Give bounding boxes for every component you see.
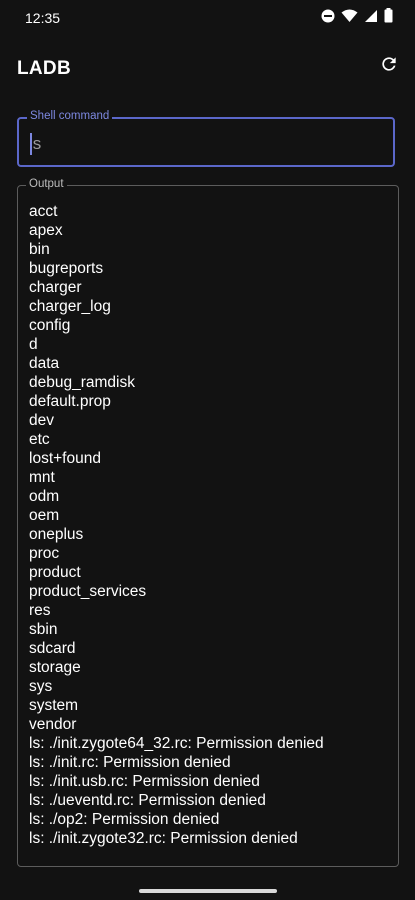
output-line: bin xyxy=(29,241,50,258)
output-line: res xyxy=(29,602,51,619)
output-line: mnt xyxy=(29,469,55,486)
status-bar: 12:35 xyxy=(0,0,415,36)
status-icons xyxy=(321,8,393,28)
output-line: product_services xyxy=(29,583,147,600)
signal-icon xyxy=(364,9,378,28)
output-line: odm xyxy=(29,488,60,505)
shell-command-label: Shell command xyxy=(27,110,113,122)
output-line: ls: ./init.zygote32.rc: Permission denie… xyxy=(29,830,298,847)
output-line: oem xyxy=(29,507,60,524)
output-line: dev xyxy=(29,412,54,429)
output-line: sdcard xyxy=(29,640,76,657)
shell-command-input[interactable] xyxy=(29,131,379,157)
output-line: ls: ./init.usb.rc: Permission denied xyxy=(29,773,260,790)
output-line: system xyxy=(29,697,79,714)
output-line: charger xyxy=(29,279,82,296)
output-line: sys xyxy=(29,678,53,695)
refresh-icon xyxy=(379,54,399,79)
output-line: ls: ./init.rc: Permission denied xyxy=(29,754,231,771)
output-line: lost+found xyxy=(29,450,101,467)
output-line: default.prop xyxy=(29,393,111,410)
output-line: ls: ./ueventd.rc: Permission denied xyxy=(29,792,266,809)
output-panel: Output acct apex bin bugreports charger charg… xyxy=(17,178,399,867)
output-line: oneplus xyxy=(29,526,84,543)
output-label: Output xyxy=(26,178,67,190)
do-not-disturb-icon xyxy=(321,9,335,28)
app-title: LADB xyxy=(17,58,71,79)
output-line: apex xyxy=(29,222,63,239)
output-line: charger_log xyxy=(29,298,111,315)
output-list: acct apex bin bugreports charger charger_logc… xyxy=(29,202,392,848)
output-line: data xyxy=(29,355,60,372)
output-line: etc xyxy=(29,431,50,448)
output-line: ls: ./init.zygote64_32.rc: Permission de… xyxy=(29,735,324,752)
output-line: debug_ramdisk xyxy=(29,374,135,391)
output-line: config xyxy=(29,317,71,334)
app-bar: LADB xyxy=(0,36,415,98)
wifi-icon xyxy=(341,9,358,28)
output-line: proc xyxy=(29,545,60,562)
output-line: storage xyxy=(29,659,81,676)
output-line: ls: ./op2: Permission denied xyxy=(29,811,220,828)
battery-icon xyxy=(384,8,393,28)
output-line: d xyxy=(29,336,38,353)
output-line: sbin xyxy=(29,621,58,638)
refresh-button[interactable] xyxy=(375,52,403,80)
shell-command-field[interactable]: Shell command xyxy=(17,110,395,167)
text-caret xyxy=(30,133,32,155)
output-line: bugreports xyxy=(29,260,104,277)
status-time: 12:35 xyxy=(25,10,61,26)
output-line: vendor xyxy=(29,716,77,733)
output-line: acct xyxy=(29,203,58,220)
output-line: product xyxy=(29,564,81,581)
gesture-nav-handle[interactable] xyxy=(139,889,277,893)
